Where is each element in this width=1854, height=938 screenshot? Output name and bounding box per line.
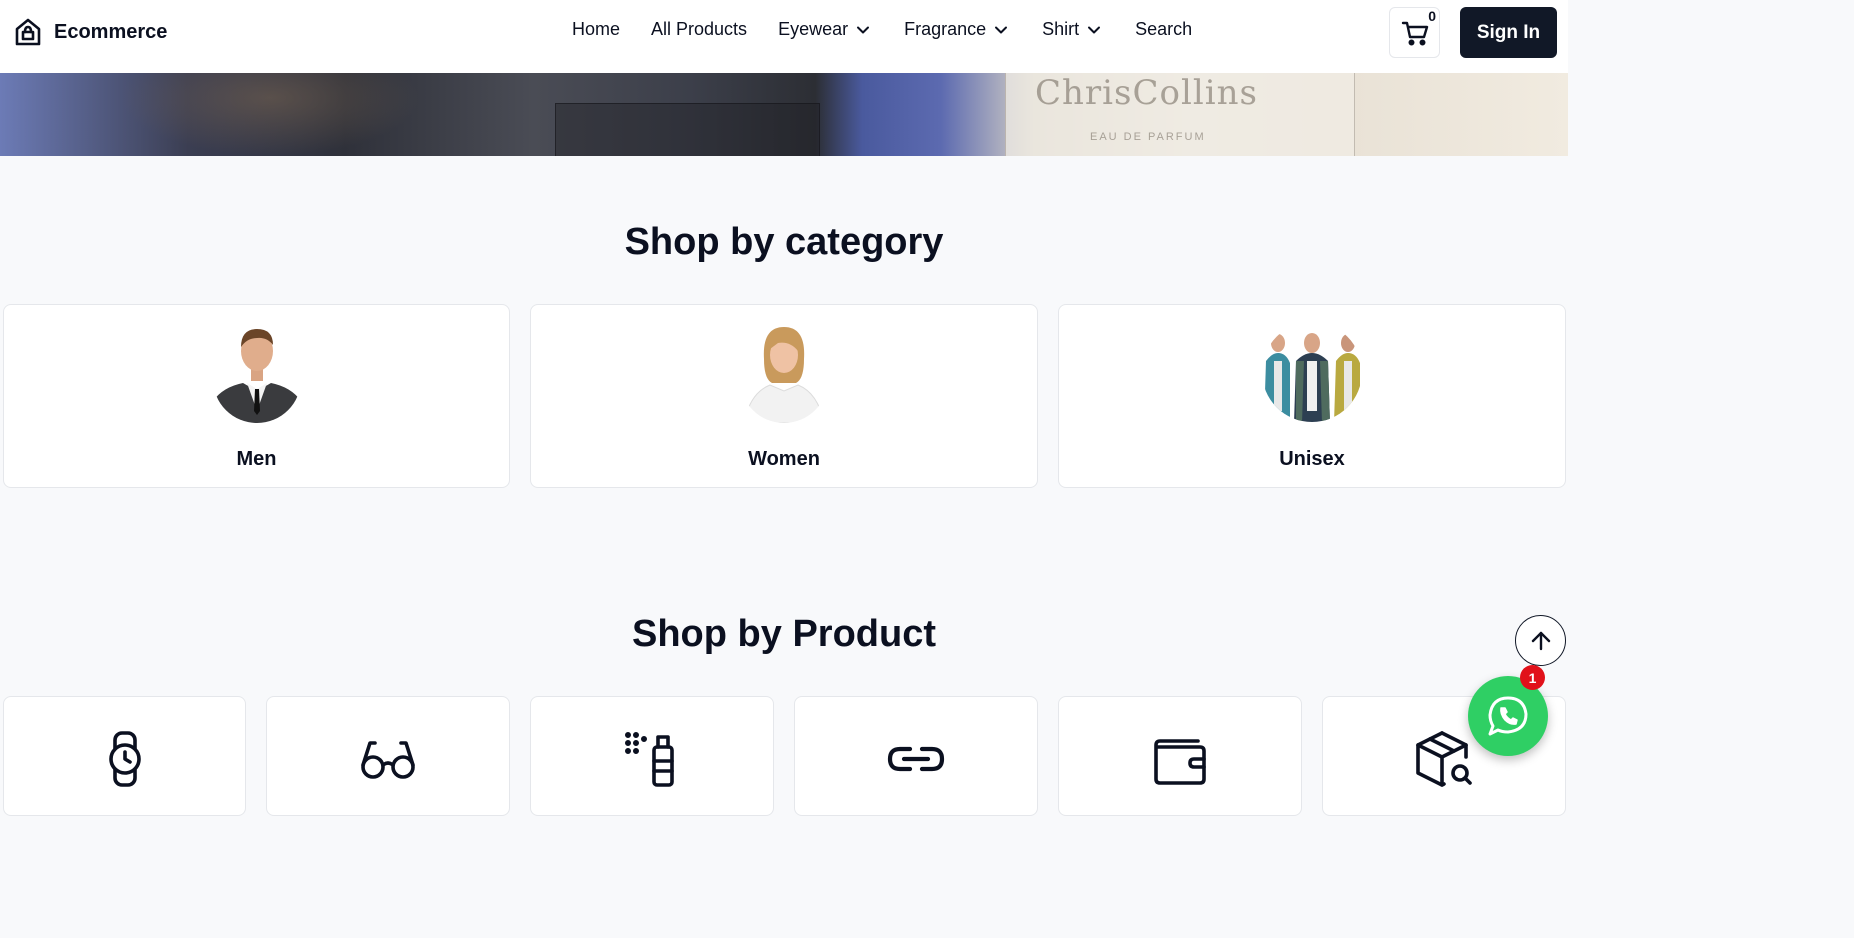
nav-eyewear[interactable]: Eyewear xyxy=(778,19,870,40)
hero-banner-image: ChrisCollins EAU DE PARFUM xyxy=(0,73,1568,156)
scroll-to-top-button[interactable] xyxy=(1515,615,1566,666)
cart-count-badge: 0 xyxy=(1428,8,1436,24)
women-avatar xyxy=(740,327,828,423)
wallet-icon xyxy=(1154,739,1206,785)
site-header: Ecommerce Home All Products Eyewear Frag… xyxy=(0,0,1568,73)
nav-fragrance[interactable]: Fragrance xyxy=(904,19,1008,40)
banner-brand-text: ChrisCollins xyxy=(1035,73,1258,113)
spray-bottle-icon xyxy=(625,732,674,787)
shopping-cart-icon xyxy=(1401,21,1428,46)
chevron-down-icon xyxy=(995,26,1008,33)
nav-search-label: Search xyxy=(1135,19,1193,39)
category-label-women: Women xyxy=(748,448,820,470)
product-section-title: Shop by Product xyxy=(632,613,936,655)
chevron-down-icon xyxy=(1088,26,1101,33)
banner-shade xyxy=(120,73,420,156)
brand-name: Ecommerce xyxy=(54,20,168,43)
chevron-down-icon xyxy=(857,26,870,33)
link-icon xyxy=(887,746,945,772)
whatsapp-icon xyxy=(1488,696,1528,736)
unisex-avatar xyxy=(1262,322,1362,422)
brand-logo-link[interactable]: Ecommerce xyxy=(14,17,167,47)
nav-shirt-label: Shirt xyxy=(1042,19,1080,39)
men-avatar xyxy=(212,329,301,423)
category-section-title: Shop by category xyxy=(624,221,944,263)
store-bag-icon xyxy=(15,18,41,46)
category-label-men: Men xyxy=(236,448,277,470)
nav-search[interactable]: Search xyxy=(1135,19,1192,40)
product-card-watches[interactable] xyxy=(3,696,246,816)
banner-perfume-box xyxy=(555,103,820,156)
watch-icon xyxy=(108,731,141,787)
category-card-women[interactable]: Women xyxy=(530,304,1038,488)
package-search-icon xyxy=(1416,731,1472,787)
whatsapp-notification-badge: 1 xyxy=(1520,665,1545,690)
product-card-fragrance[interactable] xyxy=(530,696,774,816)
nav-fragrance-label: Fragrance xyxy=(904,19,987,39)
nav-home-label: Home xyxy=(572,19,621,39)
banner-sub-text: EAU DE PARFUM xyxy=(1090,131,1206,143)
category-card-men[interactable]: Men xyxy=(3,304,510,488)
nav-home[interactable]: Home xyxy=(572,19,620,40)
cart-button[interactable]: 0 xyxy=(1389,7,1440,58)
nav-eyewear-label: Eyewear xyxy=(778,19,849,39)
arrow-up-icon xyxy=(1531,631,1550,650)
product-card-wallets[interactable] xyxy=(1058,696,1302,816)
main-nav: Home All Products Eyewear Fragrance Shir… xyxy=(572,19,1192,40)
category-label-unisex: Unisex xyxy=(1279,448,1345,470)
sign-in-button[interactable]: Sign In xyxy=(1460,7,1557,58)
category-card-unisex[interactable]: Unisex xyxy=(1058,304,1566,488)
glasses-icon xyxy=(361,741,415,779)
product-card-accessories[interactable] xyxy=(794,696,1038,816)
nav-shirt[interactable]: Shirt xyxy=(1042,19,1101,40)
product-card-eyewear[interactable] xyxy=(266,696,510,816)
nav-all-products-label: All Products xyxy=(651,19,748,39)
nav-all-products[interactable]: All Products xyxy=(651,19,747,40)
